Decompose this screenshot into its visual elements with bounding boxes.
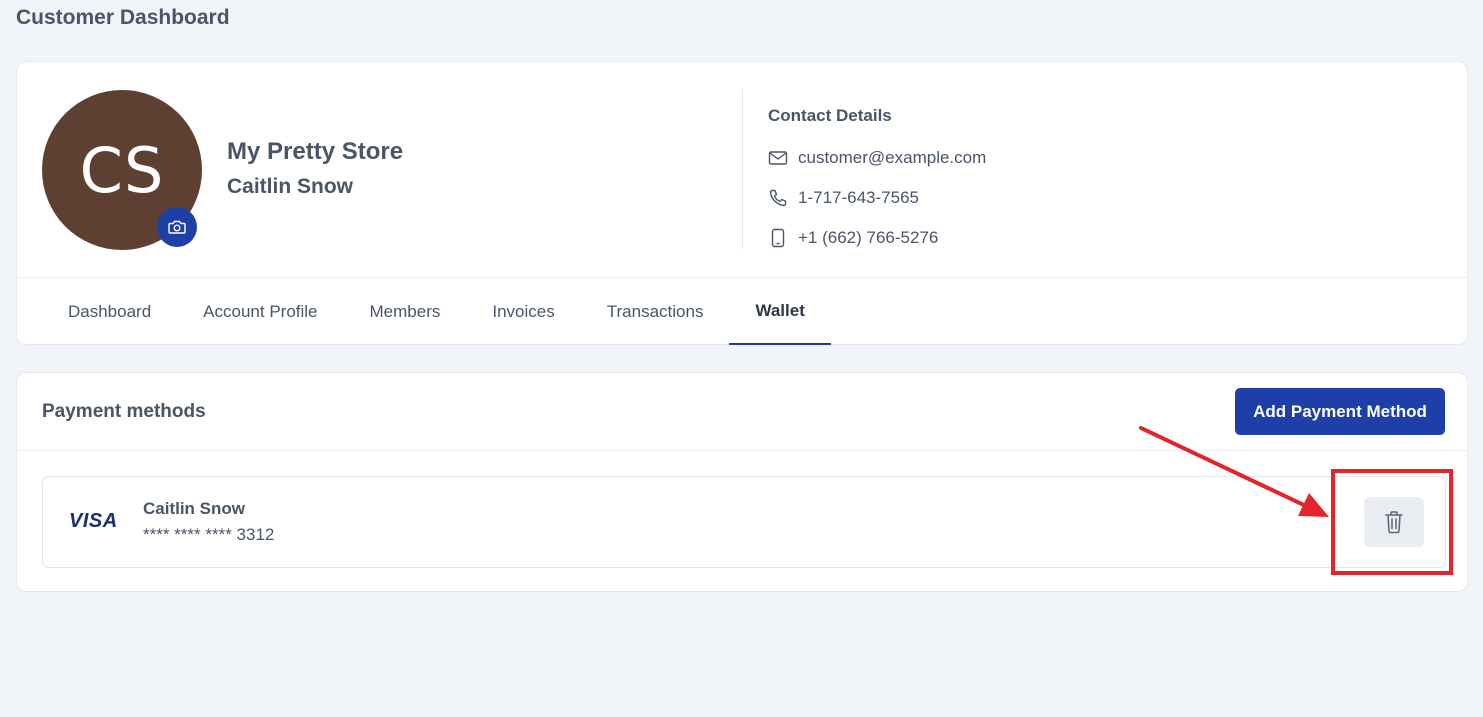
contact-mobile[interactable]: +1 (662) 766-5276 (798, 228, 938, 248)
phone-icon (768, 188, 788, 208)
tab-invoices[interactable]: Invoices (466, 278, 580, 345)
profile-divider (742, 89, 743, 249)
camera-icon (168, 220, 186, 234)
page-title: Customer Dashboard (16, 6, 230, 29)
tab-members[interactable]: Members (344, 278, 467, 345)
owner-name: Caitlin Snow (227, 175, 353, 198)
contact-phone[interactable]: 1-717-643-7565 (798, 188, 919, 208)
tab-wallet[interactable]: Wallet (729, 278, 831, 345)
mail-icon (768, 148, 788, 168)
avatar-initials: CS (79, 133, 165, 207)
contact-details-title: Contact Details (768, 106, 892, 125)
add-payment-method-button[interactable]: Add Payment Method (1235, 388, 1445, 435)
tab-account-profile[interactable]: Account Profile (177, 278, 343, 345)
card-number: **** **** **** 3312 (143, 525, 275, 544)
tab-bar: Dashboard Account Profile Members Invoic… (42, 278, 831, 345)
payment-methods-title: Payment methods (42, 401, 206, 422)
annotation-highlight-box (1331, 469, 1453, 575)
mobile-icon (768, 228, 788, 248)
contact-mobile-row: +1 (662) 766-5276 (768, 228, 938, 248)
visa-logo: VISA (69, 510, 118, 532)
store-name: My Pretty Store (227, 138, 404, 165)
profile-card: CS My Pretty Store Caitlin Snow Contact … (16, 61, 1468, 345)
payment-method-item: VISA Caitlin Snow **** **** **** 3312 (42, 476, 1446, 568)
payment-divider (17, 450, 1467, 451)
card-holder-name: Caitlin Snow (143, 499, 245, 518)
payment-methods-card: Payment methods Add Payment Method VISA … (16, 372, 1468, 592)
contact-email[interactable]: customer@example.com (798, 148, 986, 168)
tab-dashboard[interactable]: Dashboard (42, 278, 177, 345)
contact-phone-row: 1-717-643-7565 (768, 188, 919, 208)
contact-email-row: customer@example.com (768, 148, 986, 168)
tab-transactions[interactable]: Transactions (581, 278, 730, 345)
change-avatar-button[interactable] (157, 207, 197, 247)
